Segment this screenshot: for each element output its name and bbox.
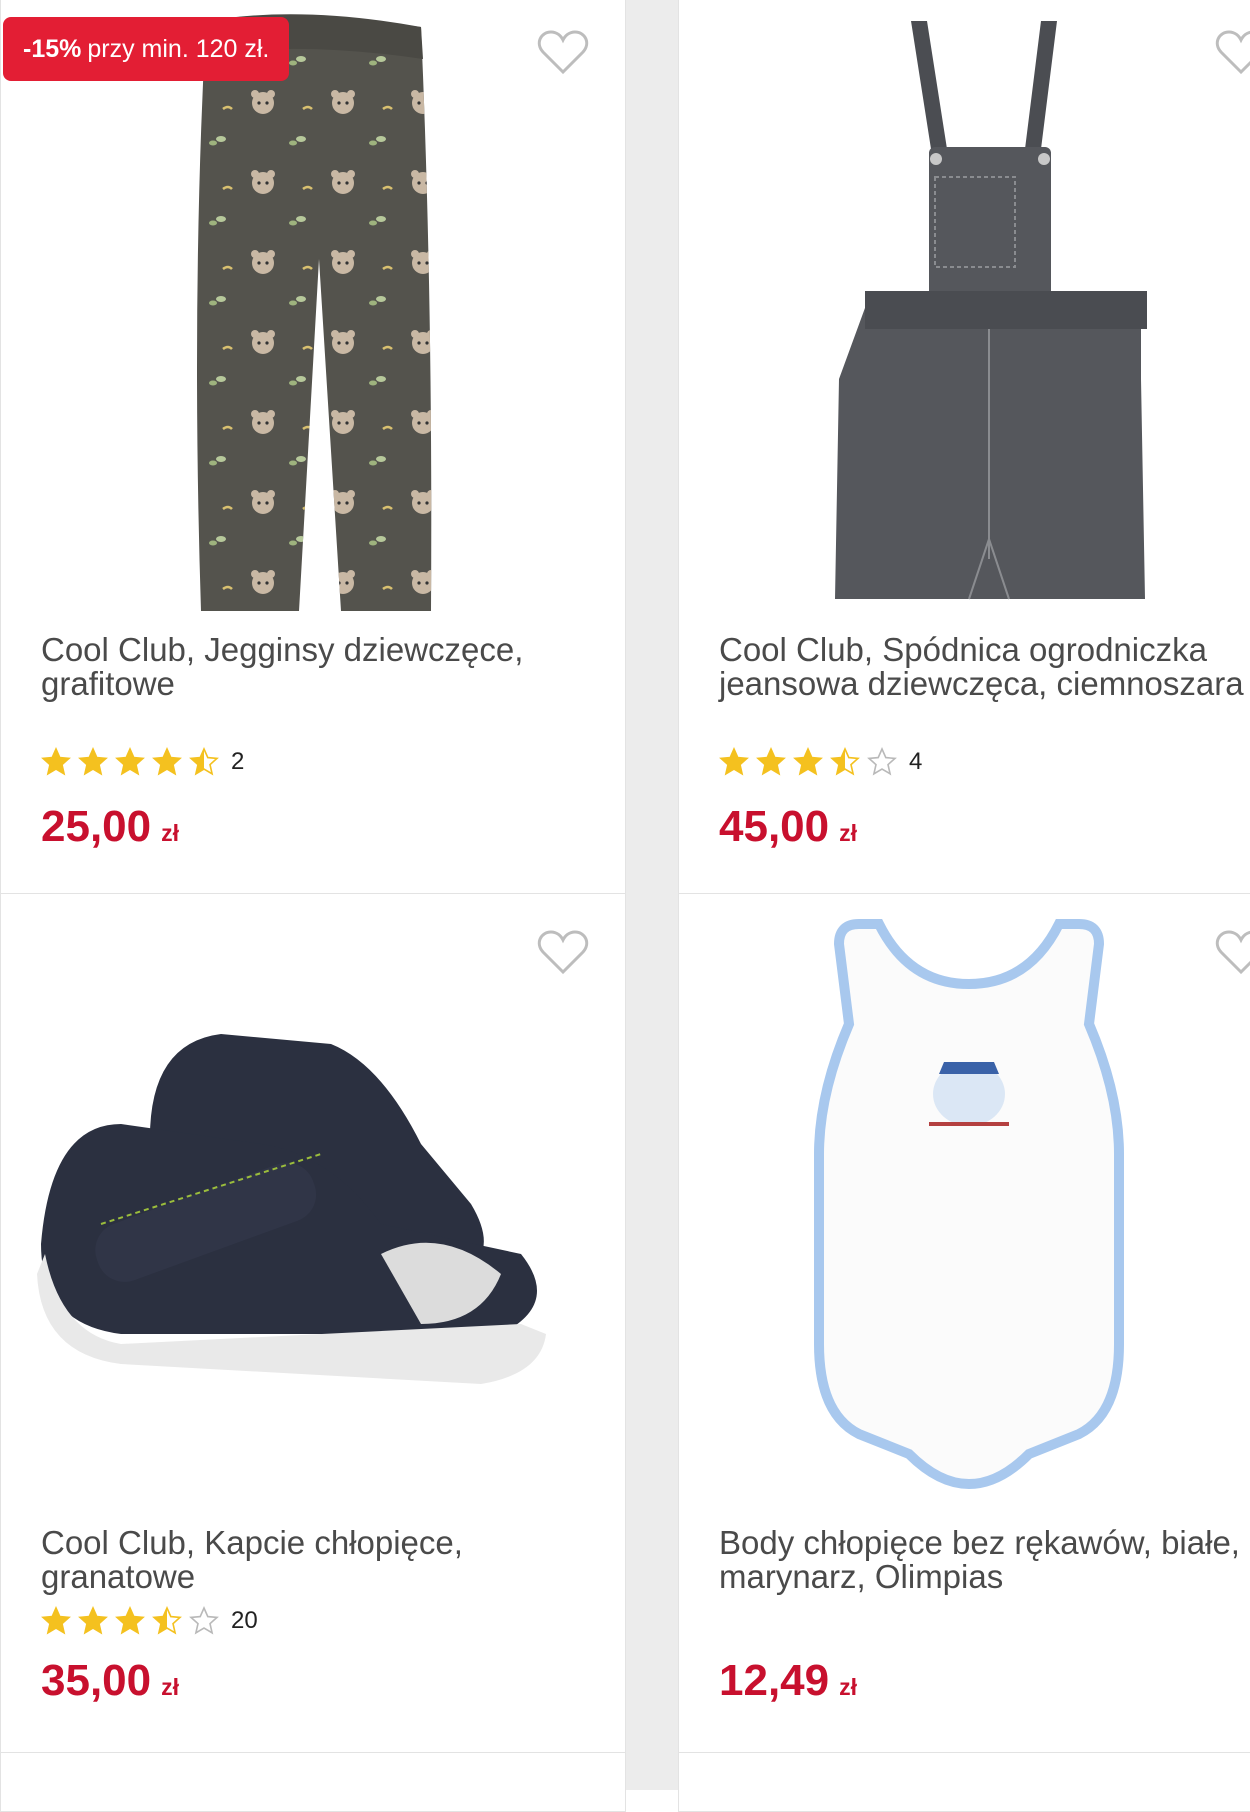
wishlist-heart-icon[interactable]	[537, 929, 589, 975]
star-full-icon	[78, 1606, 108, 1635]
star-half-icon	[189, 747, 219, 776]
product-card[interactable]: Cool Club, Kapcie chłopięce, granatowe 2…	[0, 893, 626, 1755]
star-full-icon	[41, 747, 71, 776]
wishlist-heart-icon[interactable]	[537, 29, 589, 75]
product-price: 45,00 zł	[719, 802, 857, 852]
product-rating: 20	[41, 1606, 258, 1636]
product-card[interactable]	[0, 1752, 626, 1812]
product-rating: 4	[719, 747, 922, 777]
star-full-icon	[115, 747, 145, 776]
star-full-icon	[756, 747, 786, 776]
price-currency: zł	[839, 1674, 857, 1700]
product-card[interactable]: Cool Club, Spódnica ogrodniczka jeansowa…	[678, 0, 1250, 895]
product-price: 25,00 zł	[41, 802, 179, 852]
rating-count: 2	[231, 748, 245, 775]
wishlist-heart-icon[interactable]	[1215, 929, 1250, 975]
rating-stars	[719, 747, 897, 777]
star-full-icon	[793, 747, 823, 776]
product-title[interactable]: Cool Club, Spódnica ogrodniczka jeansowa…	[719, 633, 1250, 701]
price-currency: zł	[161, 1674, 179, 1700]
product-image[interactable]	[1, 0, 625, 619]
price-value: 35,00	[41, 1656, 152, 1705]
star-full-icon	[115, 1606, 145, 1635]
price-value: 45,00	[719, 802, 830, 851]
promo-badge: -15% przy min. 120 zł.	[3, 17, 290, 81]
product-card[interactable]	[678, 1752, 1250, 1812]
product-price: 35,00 zł	[41, 1656, 179, 1706]
product-price: 12,49 zł	[719, 1656, 857, 1706]
star-full-icon	[78, 747, 108, 776]
product-rating: 2	[41, 747, 244, 777]
star-full-icon	[152, 747, 182, 776]
product-title[interactable]: Body chłopięce bez rękawów, białe, maryn…	[719, 1526, 1250, 1594]
product-card[interactable]: Body chłopięce bez rękawów, białe, maryn…	[678, 893, 1250, 1755]
rating-stars	[41, 1606, 219, 1636]
price-currency: zł	[161, 820, 179, 846]
product-title[interactable]: Cool Club, Kapcie chłopięce, granatowe	[41, 1526, 521, 1594]
star-half-icon	[830, 747, 860, 776]
star-empty-icon	[189, 1606, 219, 1635]
product-image[interactable]	[679, 894, 1250, 1494]
product-image[interactable]	[1, 894, 625, 1494]
rating-count: 4	[909, 748, 923, 775]
star-full-icon	[719, 747, 749, 776]
star-half-icon	[152, 1606, 182, 1635]
rating-count: 20	[231, 1607, 258, 1634]
promo-condition: przy min. 120 zł.	[87, 34, 270, 63]
price-value: 25,00	[41, 802, 152, 851]
price-currency: zł	[839, 820, 857, 846]
star-empty-icon	[867, 747, 897, 776]
product-image[interactable]	[679, 0, 1250, 619]
rating-stars	[41, 747, 219, 777]
wishlist-heart-icon[interactable]	[1215, 29, 1250, 75]
star-full-icon	[41, 1606, 71, 1635]
promo-discount: -15%	[23, 34, 82, 63]
product-card[interactable]: -15% przy min. 120 zł. Cool Club, Jeggin…	[0, 0, 626, 895]
price-value: 12,49	[719, 1656, 830, 1705]
product-title[interactable]: Cool Club, Jegginsy dziewczęce, grafitow…	[41, 633, 561, 701]
